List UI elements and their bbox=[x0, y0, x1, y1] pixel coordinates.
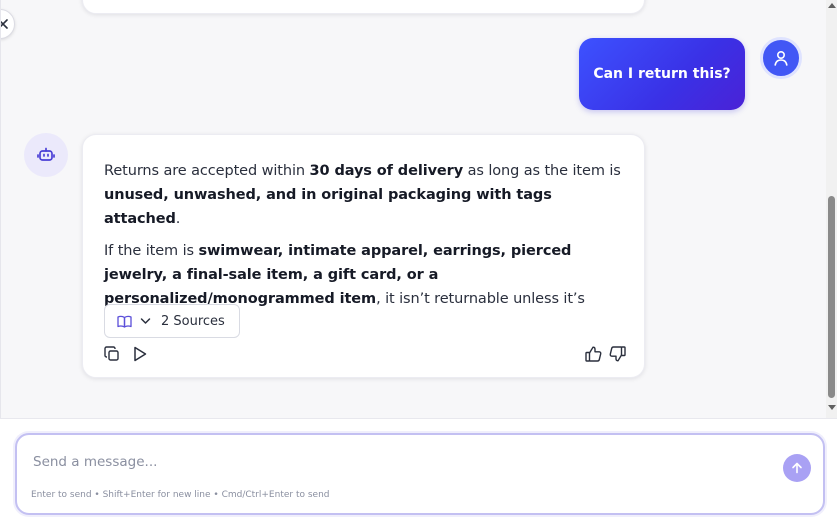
text-segment: as long as the item is bbox=[463, 163, 621, 179]
dislike-button[interactable] bbox=[608, 345, 626, 363]
collapse-panel-button[interactable] bbox=[1, 9, 15, 39]
read-aloud-button[interactable] bbox=[131, 345, 149, 363]
thumbs-down-icon bbox=[609, 346, 626, 362]
bold-segment: 30 days of delivery bbox=[309, 163, 464, 179]
message-input[interactable] bbox=[33, 451, 733, 473]
copy-icon bbox=[104, 346, 119, 361]
bot-paragraph-1: Returns are accepted within 30 days of d… bbox=[104, 159, 632, 231]
text-segment: If the item is bbox=[104, 243, 199, 259]
chat-scrollbar[interactable] bbox=[826, 0, 837, 418]
arrow-up-icon bbox=[792, 462, 802, 474]
user-message-bubble: Can I return this? bbox=[579, 38, 745, 110]
thumbs-up-icon bbox=[584, 346, 601, 362]
sources-label: 2 Sources bbox=[161, 313, 225, 329]
bot-message-card: Returns are accepted within 30 days of d… bbox=[82, 134, 645, 378]
scroll-down-arrow[interactable] bbox=[828, 405, 836, 410]
message-input-box[interactable]: Enter to send • Shift+Enter for new line… bbox=[15, 433, 825, 515]
bot-avatar bbox=[24, 133, 68, 177]
chat-messages-area: Can I return this? Returns are accepted … bbox=[0, 0, 826, 418]
previous-message-card bbox=[82, 0, 645, 14]
scroll-up-arrow[interactable] bbox=[828, 3, 836, 8]
chevron-down-icon bbox=[140, 318, 151, 324]
user-avatar bbox=[760, 37, 802, 79]
user-message-text: Can I return this? bbox=[593, 66, 731, 82]
message-composer: Enter to send • Shift+Enter for new line… bbox=[0, 418, 837, 521]
bold-segment: unused, unwashed, and in original packag… bbox=[104, 187, 552, 227]
text-segment: Returns are accepted within bbox=[104, 163, 310, 179]
text-segment: . bbox=[175, 211, 181, 227]
play-icon bbox=[134, 346, 147, 362]
robot-icon bbox=[37, 147, 55, 161]
scroll-thumb[interactable] bbox=[828, 196, 835, 398]
user-icon bbox=[774, 50, 788, 66]
send-button[interactable] bbox=[783, 454, 811, 482]
copy-button[interactable] bbox=[103, 345, 121, 363]
sources-button[interactable]: 2 Sources bbox=[104, 304, 240, 338]
composer-hint: Enter to send • Shift+Enter for new line… bbox=[31, 490, 330, 500]
book-icon bbox=[117, 315, 132, 328]
close-icon bbox=[1, 19, 8, 29]
like-button[interactable] bbox=[584, 345, 602, 363]
